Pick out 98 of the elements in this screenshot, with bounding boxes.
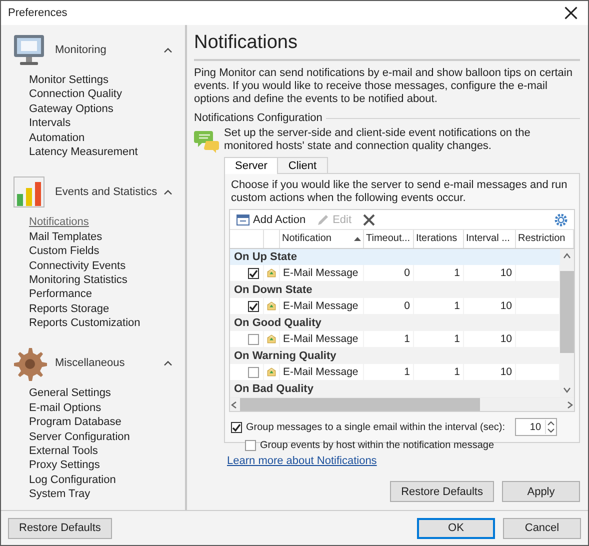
checkbox[interactable] (248, 334, 259, 344)
column-header[interactable]: Iterations (414, 230, 464, 248)
vertical-scrollbar[interactable] (560, 249, 574, 397)
sidebar-item[interactable]: General Settings (29, 386, 185, 401)
page-button[interactable]: Apply (502, 481, 580, 502)
sidebar-item[interactable]: Notifications (29, 215, 185, 230)
settings-button[interactable] (552, 211, 570, 228)
delete-icon (362, 212, 376, 226)
envelope-icon (267, 332, 276, 346)
table-cell: E-Mail Message (280, 265, 363, 281)
group-row[interactable]: On Good Quality (230, 315, 560, 331)
table-cell: 1 (414, 265, 463, 281)
table-cell: 10 (464, 298, 515, 314)
group-row[interactable]: On Warning Quality (230, 348, 560, 364)
table-cell: 1 (414, 364, 463, 380)
checkbox-label[interactable]: Group events by host within the notification message (260, 440, 494, 451)
checkbox[interactable] (248, 300, 259, 312)
checkbox[interactable] (248, 366, 259, 378)
dialog-button[interactable]: Cancel (503, 518, 581, 538)
sidebar-item[interactable]: Connectivity Events (29, 258, 185, 273)
checkbox-label[interactable]: Group messages to a single email within the interval (sec): (246, 422, 506, 432)
sidebar-item[interactable]: Monitoring Statistics (29, 272, 185, 288)
table-cell: 1 (414, 331, 463, 347)
pencil-icon (316, 212, 330, 226)
bar-chart-icon (11, 174, 47, 210)
group-title[interactable]: Miscellaneous (55, 357, 163, 370)
checkbox[interactable] (245, 440, 256, 451)
table-cell: 1 (364, 364, 413, 380)
sidebar-item[interactable]: Latency Measurement (29, 144, 185, 160)
sidebar-item[interactable]: Connection Quality (29, 87, 185, 102)
tab[interactable]: Client (277, 157, 328, 173)
panel-description: Choose if you would like the server to send e-mail messages and run custom actions when the following events occur. (230, 179, 568, 205)
group-title[interactable]: Monitoring (55, 44, 163, 56)
sidebar-item[interactable]: External Tools (29, 444, 185, 458)
scroll-down-icon[interactable] (563, 386, 571, 394)
collapse-icon[interactable] (163, 188, 173, 196)
checkbox[interactable] (231, 422, 242, 432)
window-title: Preferences (8, 7, 68, 19)
envelope-icon (267, 266, 276, 280)
sidebar-item[interactable]: Reports Customization (29, 316, 185, 330)
sidebar-item[interactable]: Gateway Options (29, 102, 185, 116)
column-header[interactable]: Timeout... (364, 230, 414, 248)
spin-arrows-icon[interactable] (545, 420, 556, 434)
sidebar-item[interactable]: Performance (29, 287, 185, 302)
intro-text: Ping Monitor can send notifications by e-mail and show balloon tips on certain events. If you would like to receive those messages, configure the e-mail options and define the events to be notified about. (194, 67, 574, 106)
checkbox[interactable] (248, 268, 259, 278)
table-cell: 0 (364, 265, 413, 281)
column-header[interactable]: Restriction (516, 230, 574, 248)
group-row[interactable]: On Bad Quality (230, 381, 560, 397)
page-heading: Notifications (194, 31, 580, 61)
sidebar-item[interactable]: Server Configuration (29, 430, 185, 444)
sidebar-item[interactable]: E-mail Options (29, 400, 185, 416)
group-row[interactable]: On Down State (230, 282, 560, 298)
column-header[interactable]: Notification (280, 230, 364, 248)
monitor-icon (11, 32, 47, 68)
close-icon (564, 6, 578, 20)
sidebar-item[interactable]: System Tray (29, 487, 185, 502)
table-cell: 1 (364, 331, 413, 347)
column-header[interactable]: Interval ... (464, 230, 516, 248)
table-cell: E-Mail Message (280, 298, 363, 314)
sidebar-item[interactable]: Intervals (29, 116, 185, 131)
sidebar-item[interactable]: Proxy Settings (29, 458, 185, 473)
scroll-up-icon[interactable] (563, 252, 571, 260)
restore-defaults-button[interactable]: Restore Defaults (8, 518, 112, 538)
sidebar-item[interactable]: Reports Storage (29, 302, 185, 316)
settings-icon (554, 212, 568, 226)
section-description: Set up the server-side and client-side event notifications on the monitored hosts' state and connection quality changes. (224, 127, 532, 153)
window-icon (236, 212, 250, 226)
sidebar-item[interactable]: Monitor Settings (29, 73, 185, 88)
group-row[interactable]: On Up State (230, 249, 560, 265)
table-cell: 10 (464, 265, 515, 281)
sidebar-item[interactable]: Program Database (29, 415, 185, 430)
table-cell: 10 (464, 331, 515, 347)
group-title[interactable]: Events and Statistics (55, 186, 163, 198)
table-cell: E-Mail Message (280, 364, 363, 380)
horizontal-scrollbar[interactable] (230, 397, 574, 411)
sidebar-item[interactable]: Log Configuration (29, 472, 185, 488)
section-title: Notifications Configuration (194, 112, 322, 124)
envelope-icon (267, 299, 276, 313)
page-button[interactable]: Restore Defaults (390, 481, 494, 502)
table-cell: 0 (364, 298, 413, 314)
number-spinner[interactable]: 10 (515, 418, 558, 436)
table-cell: 1 (414, 298, 463, 314)
scroll-right-icon[interactable] (566, 400, 574, 408)
table-cell: E-Mail Message (280, 331, 363, 347)
sidebar-item[interactable]: Custom Fields (29, 244, 185, 259)
add-action-button[interactable]: Add Action (234, 211, 308, 228)
gear-icon (11, 345, 47, 382)
collapse-icon[interactable] (163, 360, 173, 367)
scroll-left-icon[interactable] (230, 400, 238, 408)
tab[interactable]: Server (224, 157, 278, 174)
envelope-icon (267, 365, 276, 379)
help-link[interactable]: Learn more about Notifications (227, 455, 580, 467)
table-cell: 10 (464, 364, 515, 380)
sidebar-item[interactable]: Automation (29, 130, 185, 145)
collapse-icon[interactable] (163, 46, 173, 54)
sidebar-item[interactable]: Mail Templates (29, 230, 185, 244)
dialog-button[interactable]: OK (417, 518, 495, 538)
